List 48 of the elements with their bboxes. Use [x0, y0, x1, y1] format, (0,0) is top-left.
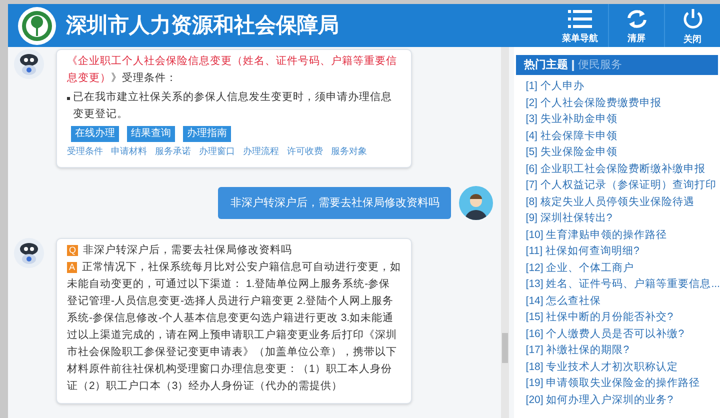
service-link[interactable]: 许可收费	[287, 143, 323, 160]
condition-text: 已在我市建立社保关系的参保人信息发生变更时，须申请办理信息变更登记。	[73, 90, 393, 122]
topic-link[interactable]: [18] 专业技术人才初次职称认定	[526, 358, 720, 375]
topic-link[interactable]: [14] 怎么查社保	[526, 292, 720, 309]
action-button[interactable]: 结果查询	[127, 126, 175, 142]
topic-link[interactable]: [8] 核定失业人员停领失业保险待遇	[526, 194, 720, 210]
topic-link[interactable]: [17] 补缴社保的期限?	[526, 342, 720, 358]
robot-avatar-icon	[14, 238, 44, 268]
action-button[interactable]: 在线办理	[71, 126, 119, 142]
service-link[interactable]: 办理流程	[243, 143, 279, 160]
topic-link[interactable]: [20] 如何办理入户深圳的业务?	[526, 392, 720, 408]
service-link[interactable]: 申请材料	[111, 143, 147, 160]
scrollbar[interactable]	[501, 47, 509, 418]
condition-heading: 《企业职工个人社会保险信息变更（姓名、证件号码、户籍等重要信息变更）》受理条件：	[67, 54, 398, 86]
logo-icon	[18, 6, 56, 44]
action-button[interactable]: 办理指南	[183, 126, 231, 142]
topic-link[interactable]: [9] 深圳社保转出?	[526, 210, 720, 226]
header-button[interactable]: 菜单导航	[552, 4, 608, 47]
topic-link[interactable]: [7] 个人权益记录（参保证明）查询打印	[526, 177, 720, 194]
topic-link[interactable]: [15] 社保中断的月份能否补交?	[526, 309, 720, 326]
topic-link[interactable]: [16] 个人缴费人员是否可以补缴?	[526, 326, 720, 342]
topic-link[interactable]: [3] 失业补助金申领	[526, 111, 720, 128]
site-title: 深圳市人力资源和社会保障局	[66, 12, 340, 39]
service-link[interactable]: 服务对象	[331, 143, 367, 160]
topic-link[interactable]: [13] 姓名、证件号码、户籍等重要信息...	[526, 276, 720, 292]
power-icon	[682, 8, 704, 30]
topic-link[interactable]: [4] 社会保障卡申领	[526, 128, 720, 144]
topic-link[interactable]: [10] 生育津贴申领的操作路径	[526, 226, 720, 243]
bullet-icon	[67, 97, 70, 100]
user-avatar-icon	[459, 186, 494, 220]
topic-link[interactable]: [12] 企业、个体工商户	[526, 260, 720, 276]
topic-link[interactable]: [1] 个人申办	[526, 78, 720, 94]
topic-link[interactable]: [5] 失业保险金申领	[526, 144, 720, 160]
question-text: 非深户转深户后，需要去社保局修改资料吗	[83, 243, 292, 258]
topic-link[interactable]: [11] 社保如何查询明细?	[526, 243, 720, 260]
topic-link[interactable]: [19] 申请领取失业保险金的操作路径	[526, 375, 720, 392]
user-message: 非深户转深户后，需要去社保局修改资料吗	[218, 186, 452, 220]
refresh-icon	[626, 8, 648, 28]
question-badge: Q	[67, 245, 78, 256]
menu-icon	[568, 8, 592, 28]
service-link[interactable]: 受理条件	[67, 143, 103, 160]
sidebar-tab[interactable]: 便民服务	[578, 56, 622, 74]
topic-link[interactable]: [2] 个人社会保险费缴费申报	[526, 94, 720, 111]
service-link[interactable]: 服务承诺	[155, 143, 191, 160]
service-link[interactable]: 办理窗口	[199, 143, 235, 160]
topic-link[interactable]: [6] 企业职工社会保险费断缴补缴申报	[526, 160, 720, 177]
answer-text: A 正常情况下，社保系统每月比对公安户籍信息可自动进行变更，如未能自动变更的，可通过以下渠道： 1.登陆单位网上服务系统-参保登记管理-人员信息变更-选择人员进行户籍变更 2.登陆个人网上服务系统-参保信息修改-个人基本信息变更勾选户籍进行更改 3.如未能通过以上渠道完成的，请在网上预申请职工户籍变更业务后打印《深圳市社会保险职工参保登记变更申请表》（加盖单位公章），携带以下材料原件前往社保机构受理窗口办理信息变更：（1）职工本人身份证（2）职工户口本（3）经办人身份证（代办的需提供）	[67, 260, 401, 394]
sidebar-tab[interactable]: 热门主题	[524, 56, 568, 74]
